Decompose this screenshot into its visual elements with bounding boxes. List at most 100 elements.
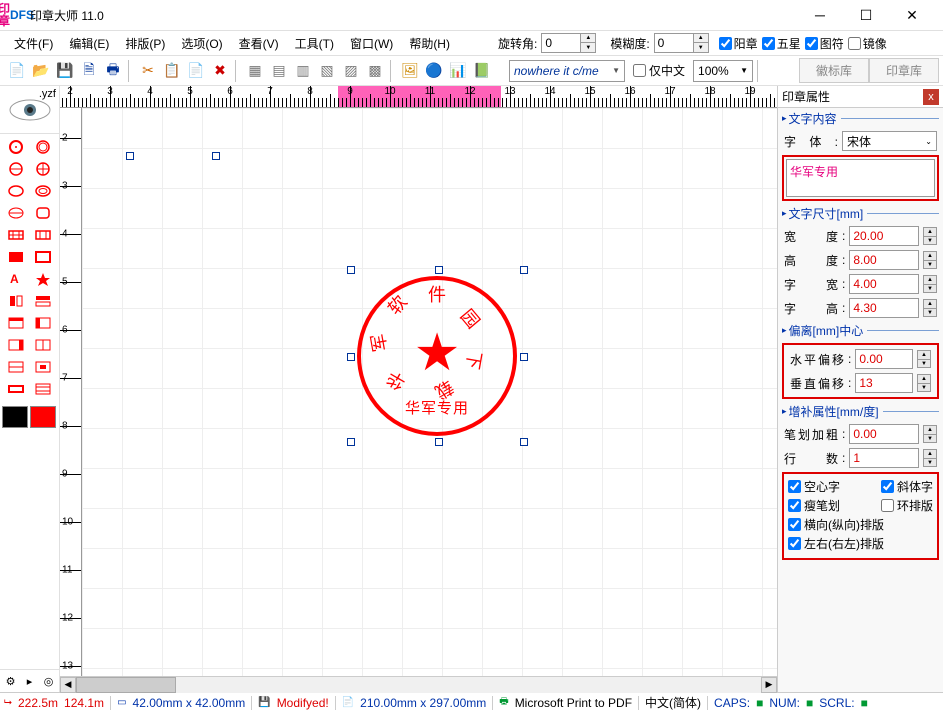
new-button[interactable]: 📄 <box>6 60 28 82</box>
cb-yangzhang[interactable] <box>719 37 732 50</box>
tool-j[interactable]: 📗 <box>471 60 493 82</box>
prop-input[interactable]: 4.00 <box>849 274 919 294</box>
text-content-input[interactable]: 华军专用 <box>786 159 935 197</box>
cut-button[interactable]: ✂ <box>137 60 159 82</box>
scroll-right-button[interactable]: ▶ <box>761 677 777 693</box>
bottom-tool-3[interactable]: ◎ <box>40 672 57 690</box>
prop-spinner[interactable]: ▲▼ <box>923 449 937 467</box>
prop-checkbox[interactable] <box>788 537 801 550</box>
selection-handle[interactable] <box>520 266 528 274</box>
prop-checkbox[interactable] <box>788 518 801 531</box>
menu-edit[interactable]: 编辑(E) <box>61 32 117 55</box>
shape-tool-3[interactable] <box>30 158 58 180</box>
blur-input[interactable] <box>654 33 694 53</box>
scroll-left-button[interactable]: ◀ <box>60 677 76 693</box>
scroll-thumb[interactable] <box>76 677 176 693</box>
selection-handle[interactable] <box>212 152 220 160</box>
shape-tool-19[interactable] <box>30 334 58 356</box>
copy-button[interactable]: 📋 <box>161 60 183 82</box>
tool-f[interactable]: ▩ <box>364 60 386 82</box>
rotation-spinner[interactable]: ▲▼ <box>581 33 596 53</box>
shape-tool-2[interactable] <box>2 158 30 180</box>
prop-spinner[interactable]: ▲▼ <box>923 425 937 443</box>
shape-tool-21[interactable] <box>30 356 58 378</box>
only-chinese-checkbox[interactable] <box>633 64 646 77</box>
save-button[interactable]: 💾 <box>54 60 76 82</box>
prop-spinner[interactable]: ▲▼ <box>917 350 931 368</box>
horizontal-scrollbar[interactable]: ◀ ▶ <box>60 676 777 692</box>
rotation-input[interactable] <box>541 33 581 53</box>
shape-tool-5[interactable] <box>30 180 58 202</box>
bottom-tool-1[interactable]: ⚙ <box>2 672 19 690</box>
menu-tools[interactable]: 工具(T) <box>287 32 342 55</box>
selection-handle[interactable] <box>347 353 355 361</box>
tool-d[interactable]: ▧ <box>316 60 338 82</box>
prop-spinner[interactable]: ▲▼ <box>917 374 931 392</box>
prop-input[interactable]: 8.00 <box>849 250 919 270</box>
menu-help[interactable]: 帮助(H) <box>401 32 458 55</box>
maximize-button[interactable]: ☐ <box>843 0 889 30</box>
prop-spinner[interactable]: ▲▼ <box>923 251 937 269</box>
tool-c[interactable]: ▥ <box>292 60 314 82</box>
prop-checkbox[interactable] <box>788 499 801 512</box>
shape-tool-12[interactable]: A <box>2 268 30 290</box>
shape-tool-11[interactable] <box>30 246 58 268</box>
zoom-select[interactable]: 100%▼ <box>693 60 753 82</box>
cb-symbol[interactable] <box>805 37 818 50</box>
canvas[interactable]: ★ 华军软件园下载 华军专用 <box>82 108 777 676</box>
prop-input[interactable]: 0.00 <box>855 349 913 369</box>
open-button[interactable]: 📂 <box>30 60 52 82</box>
print-button[interactable]: 🖶 <box>102 60 124 82</box>
menu-file[interactable]: 文件(F) <box>6 32 61 55</box>
shape-tool-7[interactable] <box>30 202 58 224</box>
selection-handle[interactable] <box>347 438 355 446</box>
prop-spinner[interactable]: ▲▼ <box>923 227 937 245</box>
shape-tool-6[interactable] <box>2 202 30 224</box>
shape-tool-23[interactable] <box>30 378 58 400</box>
cb-mirror[interactable] <box>848 37 861 50</box>
cb-star[interactable] <box>762 37 775 50</box>
blur-spinner[interactable]: ▲▼ <box>694 33 709 53</box>
prop-input[interactable]: 0.00 <box>849 424 919 444</box>
tool-g[interactable]: 🖼 <box>399 60 421 82</box>
save-all-button[interactable]: 🗎 <box>78 60 100 82</box>
prop-spinner[interactable]: ▲▼ <box>923 275 937 293</box>
shape-tool-10[interactable] <box>2 246 30 268</box>
selection-handle[interactable] <box>435 266 443 274</box>
menu-layout[interactable]: 排版(P) <box>117 32 173 55</box>
color-black[interactable] <box>2 406 28 428</box>
prop-input[interactable]: 1 <box>849 448 919 468</box>
font-select[interactable]: 宋体⌄ <box>842 131 937 151</box>
tool-h[interactable]: 🔵 <box>423 60 445 82</box>
font-preview-select[interactable]: nowhere it c/me▼ <box>509 60 625 82</box>
prop-checkbox[interactable] <box>788 480 801 493</box>
selection-handle[interactable] <box>520 438 528 446</box>
tab-logo-library[interactable]: 徽标库 <box>799 58 869 83</box>
panel-close-button[interactable]: x <box>923 89 939 105</box>
shape-tool-13[interactable] <box>30 268 58 290</box>
prop-input[interactable]: 4.30 <box>849 298 919 318</box>
selection-handle[interactable] <box>520 353 528 361</box>
shape-tool-4[interactable] <box>2 180 30 202</box>
tool-a[interactable]: ▦ <box>244 60 266 82</box>
prop-input[interactable]: 13 <box>855 373 913 393</box>
tool-b[interactable]: ▤ <box>268 60 290 82</box>
shape-tool-17[interactable] <box>30 312 58 334</box>
prop-checkbox[interactable] <box>881 499 894 512</box>
bottom-tool-2[interactable]: ▸ <box>21 672 38 690</box>
shape-tool-9[interactable] <box>30 224 58 246</box>
shape-tool-14[interactable] <box>2 290 30 312</box>
menu-view[interactable]: 查看(V) <box>231 32 287 55</box>
tool-i[interactable]: 📊 <box>447 60 469 82</box>
selection-handle[interactable] <box>126 152 134 160</box>
shape-tool-8[interactable] <box>2 224 30 246</box>
seal-object[interactable]: ★ 华军软件园下载 华军专用 <box>357 276 517 436</box>
prop-checkbox[interactable] <box>881 480 894 493</box>
delete-button[interactable]: ✖ <box>209 60 231 82</box>
color-red[interactable] <box>30 406 56 428</box>
shape-tool-22[interactable] <box>2 378 30 400</box>
menu-window[interactable]: 窗口(W) <box>342 32 401 55</box>
minimize-button[interactable]: ─ <box>797 0 843 30</box>
prop-spinner[interactable]: ▲▼ <box>923 299 937 317</box>
menu-options[interactable]: 选项(O) <box>173 32 230 55</box>
